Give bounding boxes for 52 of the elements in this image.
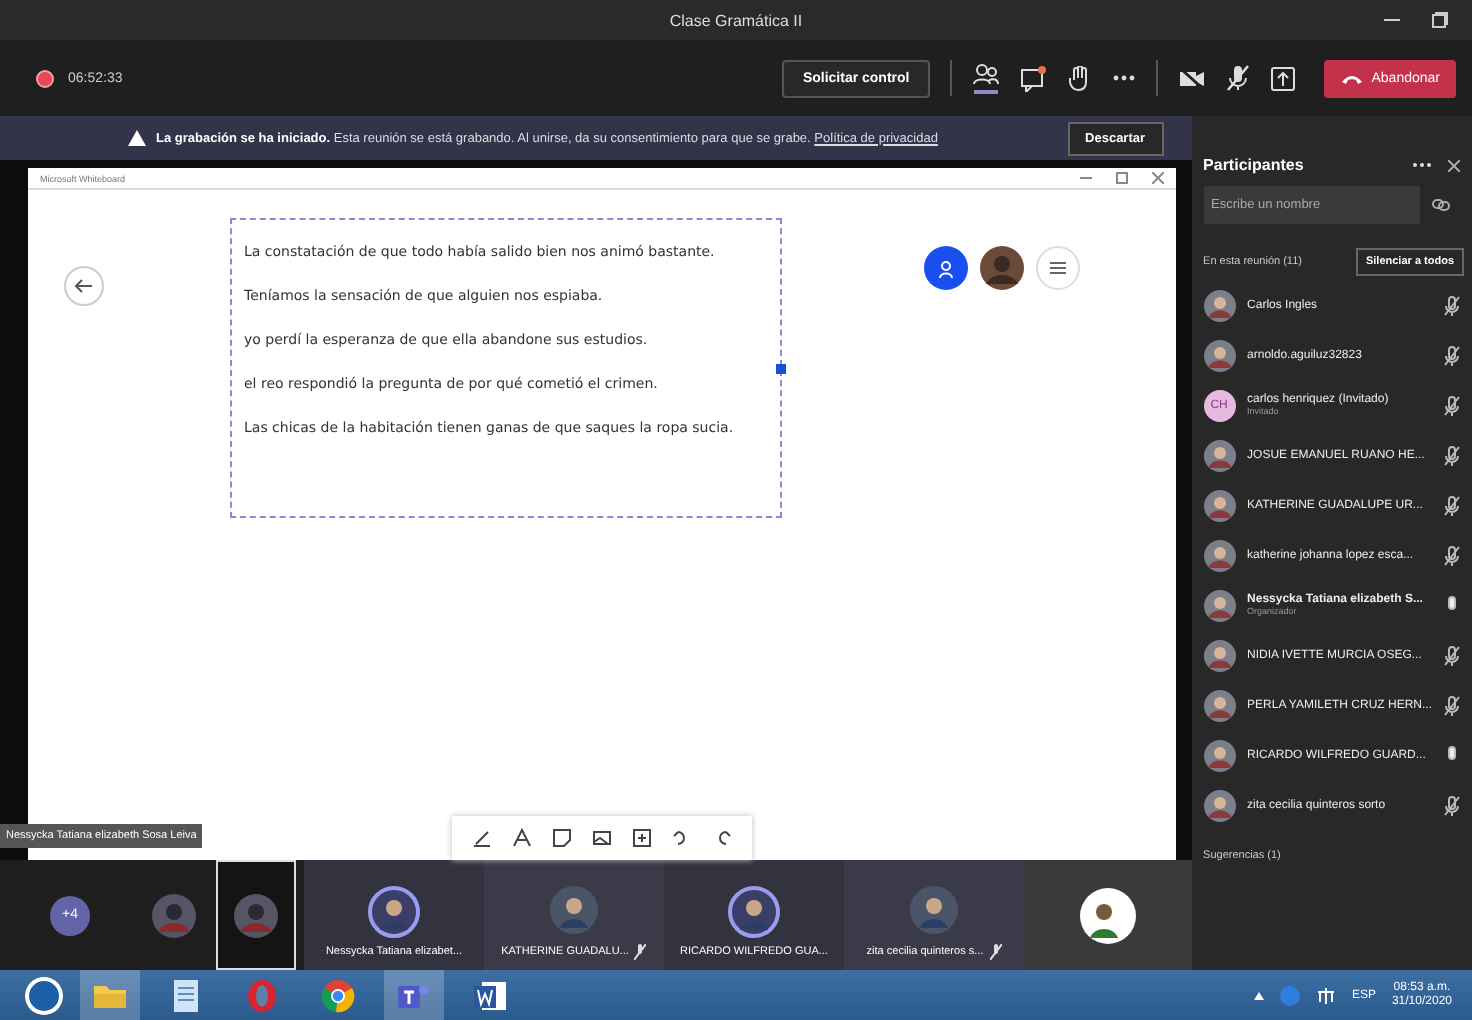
teams-icon[interactable] [396, 979, 432, 1011]
warning-icon [128, 130, 146, 146]
document-icon[interactable] [172, 977, 200, 1013]
folder-icon[interactable] [92, 981, 128, 1009]
avatar [1203, 689, 1236, 721]
avatar [979, 246, 1024, 290]
chrome-icon[interactable] [320, 977, 356, 1013]
restore-icon[interactable] [1432, 12, 1448, 28]
menu-button[interactable] [1035, 246, 1080, 290]
avatar [152, 893, 196, 937]
avatar [1203, 489, 1236, 521]
resize-handle[interactable] [776, 364, 786, 374]
text-tool-icon[interactable] [512, 828, 532, 848]
more-icon[interactable] [1412, 162, 1432, 168]
avatar [1203, 789, 1236, 821]
text-note[interactable] [230, 218, 782, 518]
close-icon[interactable] [1448, 159, 1460, 171]
add-icon[interactable] [632, 828, 652, 848]
back-arrow-icon [74, 278, 94, 294]
menu-icon [1049, 262, 1066, 274]
user-avatar[interactable] [923, 246, 968, 290]
video-tile[interactable] [216, 860, 296, 970]
avatar [234, 893, 278, 937]
avatar [1079, 887, 1136, 943]
chat-icon[interactable] [1019, 65, 1048, 91]
mic-off-icon[interactable] [1225, 64, 1250, 92]
share-link-icon[interactable] [1431, 198, 1450, 212]
people-icon[interactable] [971, 62, 1000, 94]
hand-icon[interactable] [1067, 65, 1092, 91]
avatar [1203, 639, 1236, 671]
phone-icon [1339, 71, 1364, 85]
window-title: Clase Gramática II [669, 11, 803, 29]
avatar [1203, 339, 1236, 371]
avatar [1203, 589, 1236, 621]
image-icon[interactable] [592, 828, 612, 848]
note-icon[interactable] [552, 828, 572, 848]
recording-icon [36, 69, 54, 87]
avatar [1203, 289, 1236, 321]
avatar [1203, 739, 1236, 771]
panel-title: Participantes [1203, 156, 1304, 174]
close-icon[interactable] [1151, 172, 1164, 184]
pen-icon[interactable] [472, 828, 492, 848]
chevron-up-icon[interactable] [1253, 991, 1264, 999]
avatar [1203, 539, 1236, 571]
avatar [1203, 439, 1236, 471]
network-icon[interactable] [1315, 985, 1336, 1005]
share-icon[interactable] [1269, 65, 1296, 91]
more-icon[interactable] [1111, 74, 1136, 82]
word-icon[interactable] [472, 979, 508, 1011]
person-icon [937, 259, 954, 277]
back-button[interactable] [64, 266, 104, 306]
camera-off-icon[interactable] [1177, 66, 1206, 90]
